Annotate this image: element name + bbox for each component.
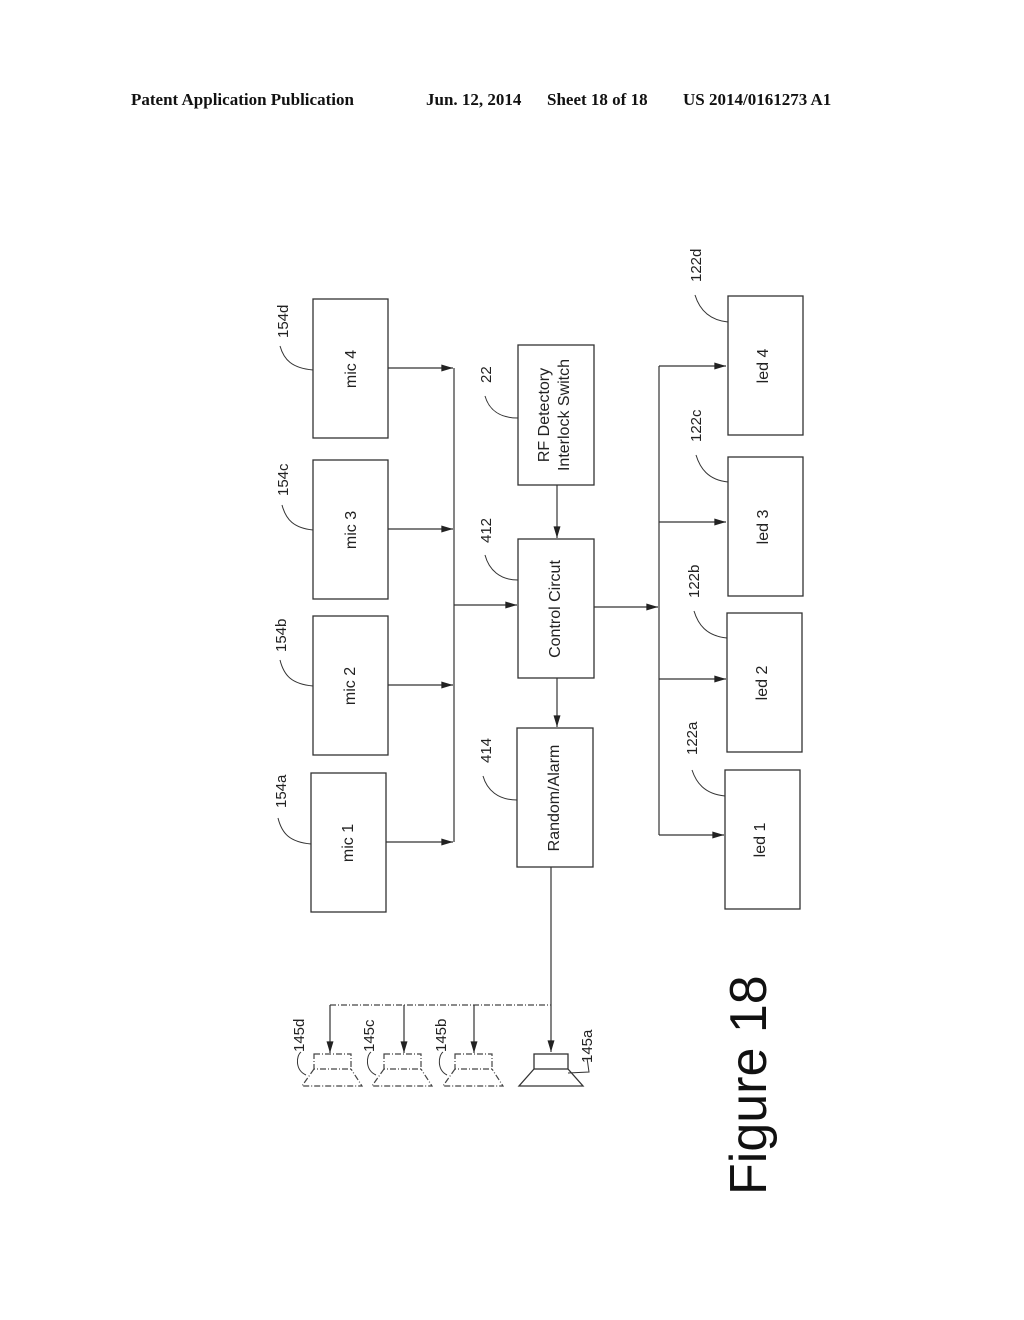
mic-4-ref: 154d: [275, 305, 292, 338]
rf-switch-line1: RF Detectory: [536, 368, 553, 462]
mic-block-2: mic 2 154b: [273, 615, 389, 756]
mic-block-3: mic 3 154c: [275, 459, 389, 600]
led-2-leader: [693, 610, 728, 639]
led-2-ref: 122b: [686, 565, 703, 598]
mic-3-ref: 154c: [275, 463, 292, 496]
led-3-ref: 122c: [688, 409, 705, 442]
led-bus: [594, 362, 726, 839]
mic-4-leader: [279, 345, 314, 371]
mic-3-label: mic 3: [343, 511, 360, 549]
speaker-145a-ref: 145a: [579, 1029, 596, 1063]
speaker-145d-ref: 145d: [291, 1019, 308, 1052]
control-circuit-ref: 412: [478, 518, 495, 543]
control-circuit-label: Control Circut: [547, 560, 564, 658]
mic-2-leader: [279, 659, 314, 687]
rf-switch-ref: 22: [478, 366, 495, 383]
led-4-leader: [694, 294, 729, 323]
speaker-145c-ref: 145c: [361, 1019, 378, 1052]
random-alarm-ref: 414: [478, 738, 495, 763]
mic-1-ref: 154a: [273, 774, 290, 808]
led-block-1: led 1 122a: [684, 721, 801, 910]
mic-bus: [386, 364, 517, 846]
rf-switch-leader: [484, 395, 519, 419]
led-1-leader: [691, 769, 726, 797]
rf-detector-switch-block: RF Detectory Interlock Switch 22: [478, 344, 595, 486]
led-block-2: led 2 122b: [686, 565, 803, 753]
speaker-145b-leader: [438, 1051, 448, 1076]
led-2-label: led 2: [754, 666, 771, 701]
mic-block-1: mic 1 154a: [273, 772, 387, 913]
mic-2-ref: 154b: [273, 619, 290, 652]
speaker-145a: 145a: [517, 1029, 596, 1087]
figure-caption: Figure 18: [720, 975, 778, 1195]
random-alarm-block: Random/Alarm 414: [478, 727, 594, 868]
speaker-145d-leader: [296, 1051, 307, 1076]
led-3-leader: [695, 454, 729, 483]
random-alarm-label: Random/Alarm: [546, 745, 563, 852]
rf-switch-line2: Interlock Switch: [556, 359, 573, 471]
led-1-label: led 1: [752, 823, 769, 858]
mic-block-4: mic 4 154d: [275, 298, 389, 439]
mic-1-leader: [277, 817, 312, 845]
control-circuit-leader: [484, 554, 519, 581]
mic-1-label: mic 1: [340, 824, 357, 862]
control-circuit-block: Control Circut 412: [478, 518, 595, 679]
mic-2-label: mic 2: [342, 667, 359, 705]
led-4-label: led 4: [755, 349, 772, 384]
led-3-label: led 3: [755, 510, 772, 545]
speaker-145c: 145c: [361, 1019, 434, 1087]
led-4-ref: 122d: [688, 249, 705, 282]
speaker-145d: 145d: [291, 1019, 364, 1087]
mic-4-label: mic 4: [343, 350, 360, 388]
led-block-4: led 4 122d: [688, 249, 804, 436]
random-alarm-leader: [482, 775, 518, 801]
block-diagram: mic 4 154d mic 3 154c mic 2 154b mic 1 1…: [273, 249, 804, 1195]
speaker-145b: 145b: [433, 1019, 505, 1087]
led-1-ref: 122a: [684, 721, 701, 755]
mic-3-leader: [281, 504, 314, 531]
speaker-145c-leader: [366, 1051, 377, 1076]
speaker-145b-ref: 145b: [433, 1019, 450, 1052]
led-block-3: led 3 122c: [688, 409, 804, 597]
